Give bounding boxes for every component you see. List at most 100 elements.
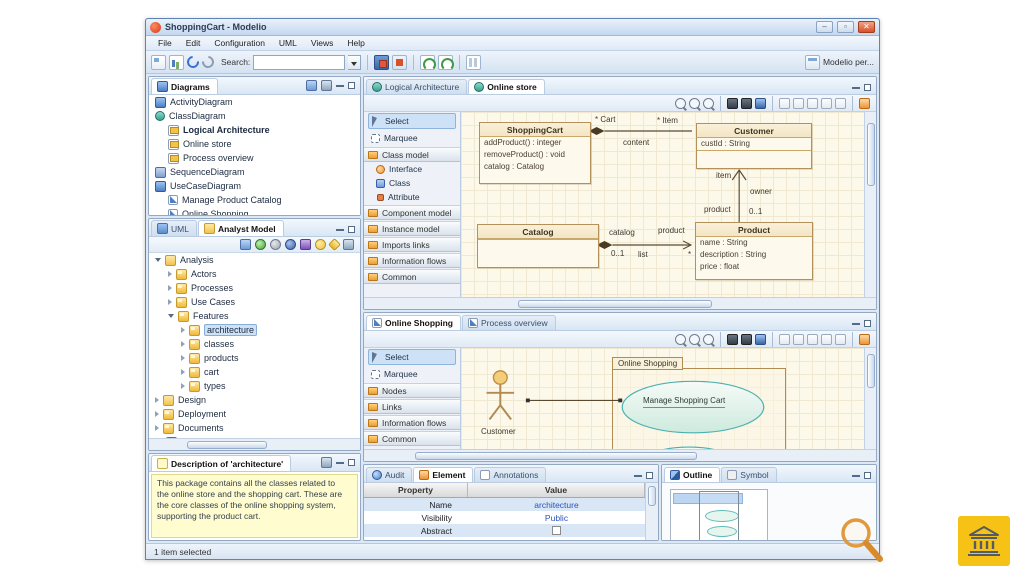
zoom-icon[interactable] (703, 98, 714, 109)
refresh-icon[interactable] (255, 239, 266, 250)
editor-tab-online-store[interactable]: Online store (468, 79, 545, 94)
edit-style-icon[interactable] (859, 334, 870, 345)
zoom-icon[interactable] (675, 98, 686, 109)
display-option-icon[interactable] (835, 98, 846, 109)
filter-icon[interactable] (315, 239, 326, 250)
horizontal-scrollbar[interactable] (149, 438, 360, 450)
tab-annotations[interactable]: Annotations (474, 467, 546, 482)
minimize-panel-icon[interactable] (336, 229, 344, 231)
model-item-documents[interactable]: Documents (149, 421, 360, 435)
expand-icon[interactable] (181, 355, 185, 361)
search-dropdown-icon[interactable] (348, 55, 361, 70)
palette-group-common[interactable]: Common (364, 269, 460, 284)
palette-group-instance-model[interactable]: Instance model (364, 221, 460, 236)
edit-description-icon[interactable] (321, 457, 332, 468)
open-model-icon[interactable] (169, 55, 184, 70)
property-row-name[interactable]: Namearchitecture (364, 498, 645, 511)
redo-icon[interactable] (200, 54, 217, 71)
editor-tab-online-shopping[interactable]: Online Shopping (366, 315, 461, 330)
expand-icon[interactable] (168, 271, 172, 277)
search-input[interactable] (253, 55, 345, 70)
expand-icon[interactable] (155, 425, 159, 431)
show-ids-icon[interactable] (240, 239, 251, 250)
palette-group-nodes[interactable]: Nodes (364, 383, 460, 398)
maximize-panel-icon[interactable] (864, 472, 871, 479)
palette-select[interactable]: Select (368, 113, 456, 129)
palette-group-class-model[interactable]: Class model (364, 147, 460, 162)
tab-analyst-model[interactable]: Analyst Model (198, 220, 284, 236)
export-image-icon[interactable] (741, 98, 752, 109)
display-option-icon[interactable] (821, 98, 832, 109)
library-icon[interactable] (300, 239, 311, 250)
palette-select[interactable]: Select (368, 349, 456, 365)
class-diagram-canvas[interactable]: ShoppingCartaddProduct() : integerremove… (461, 112, 864, 297)
class-shoppingcart[interactable]: ShoppingCartaddProduct() : integerremove… (479, 122, 591, 184)
palette-marquee[interactable]: Marquee (368, 366, 456, 382)
sort-icon[interactable] (343, 239, 354, 250)
expand-icon[interactable] (168, 299, 172, 305)
display-option-icon[interactable] (779, 334, 790, 345)
expand-icon[interactable] (181, 341, 185, 347)
actor-label[interactable]: Customer (481, 427, 516, 436)
palette-class[interactable]: Class (364, 176, 460, 190)
display-option-icon[interactable] (793, 98, 804, 109)
model-item-deployment[interactable]: Deployment (149, 407, 360, 421)
palette-group-links[interactable]: Links (364, 399, 460, 414)
minimize-panel-icon[interactable] (336, 462, 344, 464)
menu-help[interactable]: Help (341, 37, 370, 49)
export-image-icon[interactable] (727, 98, 738, 109)
perspective-label[interactable]: Modelio per... (823, 57, 874, 67)
menu-configuration[interactable]: Configuration (208, 37, 271, 49)
expand-icon[interactable] (168, 285, 172, 291)
usecase-diagram-canvas[interactable]: Online Shopping (461, 348, 864, 449)
model-item-products[interactable]: products (149, 351, 360, 365)
display-option-icon[interactable] (807, 334, 818, 345)
info-icon[interactable] (270, 239, 281, 250)
maximize-panel-icon[interactable] (348, 226, 355, 233)
tab-diagrams[interactable]: Diagrams (151, 78, 218, 94)
property-row-abstract[interactable]: Abstract (364, 524, 645, 537)
zoom-icon[interactable] (689, 334, 700, 345)
menu-file[interactable]: File (152, 37, 178, 49)
collapse-icon[interactable] (155, 258, 161, 262)
model-item-cart[interactable]: cart (149, 365, 360, 379)
class-product[interactable]: Productname : Stringdescription : String… (695, 222, 813, 280)
display-option-icon[interactable] (779, 98, 790, 109)
export-image-icon[interactable] (727, 334, 738, 345)
palette-group-imports-links[interactable]: Imports links (364, 237, 460, 252)
column-header-value[interactable]: Value (468, 483, 645, 497)
diagram-item-manage-product-catalog[interactable]: Manage Product Catalog (149, 193, 360, 207)
class-customer[interactable]: CustomercustId : String (696, 123, 812, 169)
class-catalog[interactable]: Catalog (477, 224, 599, 268)
title-bar[interactable]: ShoppingCart - Modelio – ▫ ✕ (146, 19, 879, 36)
menu-views[interactable]: Views (305, 37, 340, 49)
diagram-item-sequencediagram[interactable]: SequenceDiagram (149, 165, 360, 179)
usecase-label[interactable]: Manage Shopping Cart (643, 396, 725, 408)
model-item-types[interactable]: types (149, 379, 360, 393)
model-item-use-cases[interactable]: Use Cases (149, 295, 360, 309)
abstract-checkbox[interactable] (552, 526, 561, 535)
display-option-icon[interactable] (835, 334, 846, 345)
palette-group-information-flows[interactable]: Information flows (364, 415, 460, 430)
validate-icon[interactable] (755, 98, 766, 109)
model-item-features[interactable]: Features (149, 309, 360, 323)
editor-tab-logical-architecture[interactable]: Logical Architecture (366, 79, 467, 94)
edit-style-icon[interactable] (859, 98, 870, 109)
minimize-panel-icon[interactable] (852, 87, 860, 89)
diagram-item-logical-architecture[interactable]: Logical Architecture (149, 123, 360, 137)
editor-tab-process-overview[interactable]: Process overview (462, 315, 556, 330)
minimize-panel-icon[interactable] (852, 323, 860, 325)
model-item-processes[interactable]: Processes (149, 281, 360, 295)
palette-group-information-flows[interactable]: Information flows (364, 253, 460, 268)
model-item-classes[interactable]: classes (149, 337, 360, 351)
maximize-panel-icon[interactable] (348, 459, 355, 466)
undo-icon[interactable] (185, 54, 202, 71)
display-option-icon[interactable] (821, 334, 832, 345)
menu-edit[interactable]: Edit (180, 37, 207, 49)
menu-uml[interactable]: UML (273, 37, 303, 49)
model-item-design[interactable]: Design (149, 393, 360, 407)
palette-marquee[interactable]: Marquee (368, 130, 456, 146)
column-header-property[interactable]: Property (364, 483, 468, 497)
palette-group-common[interactable]: Common (364, 431, 460, 446)
flag-icon[interactable] (328, 238, 341, 251)
